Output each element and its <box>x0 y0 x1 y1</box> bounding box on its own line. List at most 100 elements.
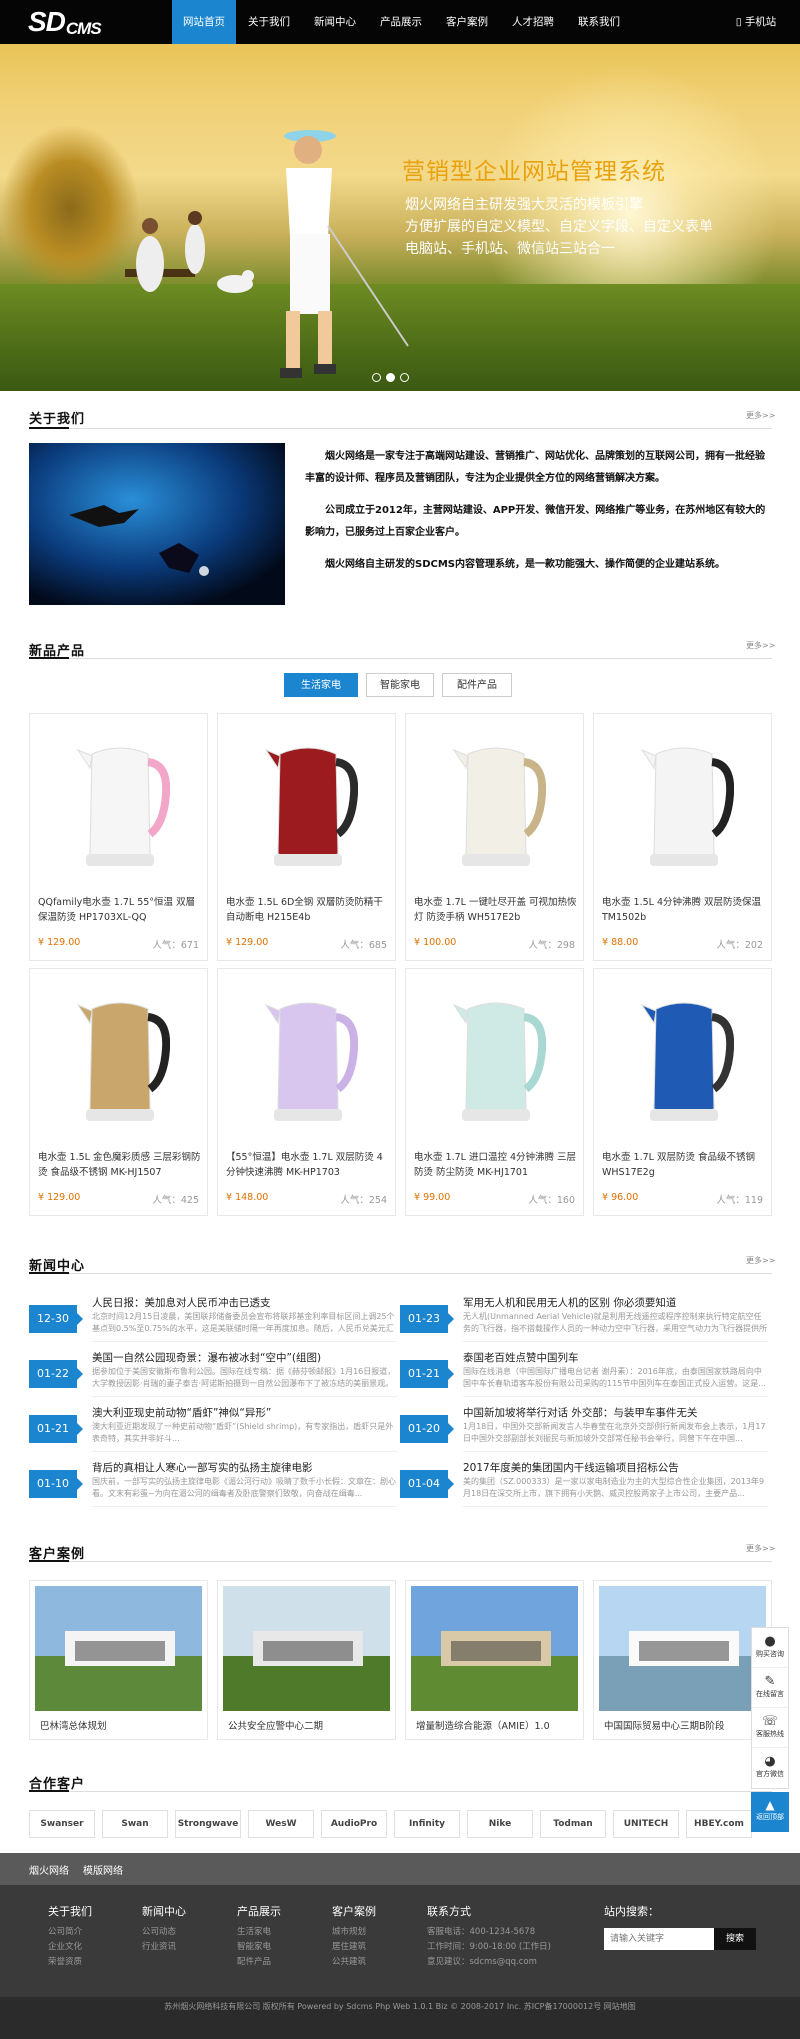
sidebar-message[interactable]: ✎ 在线留言 <box>752 1668 788 1708</box>
partner-logo[interactable]: WesW <box>248 1810 314 1838</box>
footer-contact-line: 工作时间：9:00-18:00 (工作日) <box>427 1942 551 1952</box>
case-name[interactable]: 公共安全应警中心二期 <box>228 1718 323 1732</box>
footer-col-about-link[interactable]: 荣誉资质 <box>48 1955 82 1967</box>
product-card[interactable]: 电水壶 1.7L 进口温控 4分钟沸腾 三层防烫 防尘防烫 MK-HJ1701 ¥… <box>405 968 584 1216</box>
product-name[interactable]: 电水壶 1.7L 一键吐尽开盖 可视加热恢灯 防烫手柄 WH517E2b <box>414 895 578 925</box>
case-card[interactable]: 公共安全应警中心二期 <box>217 1580 396 1740</box>
footer-col-news-link[interactable]: 行业资讯 <box>142 1940 176 1952</box>
footer-col-cases-link[interactable]: 公共建筑 <box>332 1955 366 1967</box>
news-more-link[interactable]: 更多>> <box>746 1255 775 1266</box>
news-title[interactable]: 2017年度美的集团国内干线运输项目招标公告 <box>463 1460 679 1475</box>
case-image <box>223 1586 390 1711</box>
news-summary: 据参加位于美国安徽斯布鲁利公园。国际在线专稿：据《赫芬顿邮报》1月16日报道，大… <box>92 1367 396 1388</box>
partner-logo[interactable]: Nike <box>467 1810 533 1838</box>
footer-col-about: 关于我们 <box>48 1905 92 1918</box>
cases-more-link[interactable]: 更多>> <box>746 1543 775 1554</box>
sidebar-hotline[interactable]: ☏ 客服热线 <box>752 1708 788 1748</box>
case-name[interactable]: 中国国际贸易中心三期B阶段 <box>604 1718 725 1732</box>
nav-jobs[interactable]: 人才招聘 <box>500 0 566 44</box>
site-logo[interactable]: SDCMS <box>28 6 102 38</box>
product-image <box>264 1002 358 1121</box>
partner-logo[interactable]: HBEY.com <box>686 1810 752 1838</box>
product-name[interactable]: 电水壶 1.7L 进口温控 4分钟沸腾 三层防烫 防尘防烫 MK-HJ1701 <box>414 1150 578 1180</box>
partner-logo[interactable]: Swan <box>102 1810 168 1838</box>
product-name[interactable]: 【55°恒温】电水壶 1.7L 双层防烫 4分钟快速沸腾 MK-HP1703 <box>226 1150 390 1180</box>
product-card[interactable]: 电水壶 1.7L 双层防烫 食品级不锈钢 WHS17E2g ¥ 96.00 人气：1… <box>593 968 772 1216</box>
case-card[interactable]: 巴林湾总体规划 <box>29 1580 208 1740</box>
partner-logo[interactable]: AudioPro <box>321 1810 387 1838</box>
footer-col-cases-link[interactable]: 居住建筑 <box>332 1940 366 1952</box>
case-card[interactable]: 中国国际贸易中心三期B阶段 <box>593 1580 772 1740</box>
product-card[interactable]: 电水壶 1.5L 6D全钢 双層防烫防精干 自动断电 H215E4b ¥ 129.… <box>217 713 396 961</box>
case-image <box>599 1586 766 1711</box>
footer-col-about-link[interactable]: 公司简介 <box>48 1925 82 1937</box>
partner-logo[interactable]: Infinity <box>394 1810 460 1838</box>
case-card[interactable]: 增量制造综合能源（AMIE）1.0 <box>405 1580 584 1740</box>
hero-line-1: 烟火网络自主研发强大灵活的模板引擎 <box>405 197 643 213</box>
footer-col-products-link[interactable]: 智能家电 <box>237 1940 271 1952</box>
nav-home[interactable]: 网站首页 <box>172 0 236 44</box>
nav-news[interactable]: 新闻中心 <box>302 0 368 44</box>
case-name[interactable]: 巴林湾总体规划 <box>40 1718 107 1732</box>
product-card[interactable]: 电水壶 1.7L 一键吐尽开盖 可视加热恢灯 防烫手柄 WH517E2b ¥ 10… <box>405 713 584 961</box>
footer-col-news-link[interactable]: 公司动态 <box>142 1925 176 1937</box>
news-title[interactable]: 泰国老百姓点赞中国列车 <box>463 1350 579 1365</box>
carousel-dot-active[interactable] <box>386 373 395 382</box>
footer-col-products-link[interactable]: 配件产品 <box>237 1955 271 1967</box>
footer-link-1[interactable]: 烟火网络 <box>29 1862 69 1877</box>
product-name[interactable]: QQfamily电水壶 1.7L 55°恒温 双層保温防烫 HP1703XL-Q… <box>38 895 202 925</box>
footer-col-cases-link[interactable]: 城市规划 <box>332 1925 366 1937</box>
product-name[interactable]: 电水壶 1.5L 4分钟沸腾 双层防烫保温 TM1502b <box>602 895 766 925</box>
news-title[interactable]: 澳大利亚现史前动物“盾虾”神似“异形” <box>92 1405 271 1420</box>
nav-contact[interactable]: 联系我们 <box>566 0 632 44</box>
products-more-link[interactable]: 更多>> <box>746 640 775 651</box>
hero-line-2: 方便扩展的自定义模型、自定义字段、自定义表单 <box>405 219 713 235</box>
news-title[interactable]: 中国新加坡将举行对话 外交部：与装甲车事件无关 <box>463 1405 697 1420</box>
case-name[interactable]: 增量制造综合能源（AMIE）1.0 <box>416 1718 550 1732</box>
tab-smart-appliance[interactable]: 智能家电 <box>366 673 434 697</box>
news-summary: 国庆前，一部写实的弘扬主旋律电影《湄公河行动》吸睛了数千小长假：文章在：剧心看。… <box>92 1477 396 1498</box>
news-date: 01-20 <box>400 1415 454 1443</box>
floating-sidebar: ● 购买咨询 ✎ 在线留言 ☏ 客服热线 ◕ 官方微信 <box>751 1627 789 1789</box>
product-name[interactable]: 电水壶 1.7L 双层防烫 食品级不锈钢 WHS17E2g <box>602 1150 766 1180</box>
product-card[interactable]: 电水壶 1.5L 4分钟沸腾 双层防烫保温 TM1502b ¥ 88.00 人气：2… <box>593 713 772 961</box>
footer-link-2[interactable]: 模版网络 <box>83 1862 123 1877</box>
news-summary: 无人机(Unmanned Aerial Vehicle)就是利用无线遥控或程序控… <box>463 1312 767 1333</box>
footer-col-products-link[interactable]: 生活家电 <box>237 1925 271 1937</box>
product-card[interactable]: 电水壶 1.5L 金色魔彩质感 三层彩钢防烫 食品级不锈钢 MK-HJ1507 ¥… <box>29 968 208 1216</box>
sidebar-wechat[interactable]: ◕ 官方微信 <box>752 1748 788 1788</box>
nav-products[interactable]: 产品展示 <box>368 0 434 44</box>
product-card[interactable]: QQfamily电水壶 1.7L 55°恒温 双層保温防烫 HP1703XL-Q… <box>29 713 208 961</box>
footer-search-button[interactable]: 搜索 <box>714 1928 756 1950</box>
product-image <box>640 1002 734 1121</box>
news-title[interactable]: 人民日报：美加息对人民币冲击已透支 <box>92 1295 271 1310</box>
carousel-dot[interactable] <box>372 373 381 382</box>
back-to-top-button[interactable]: ▲ 返回顶部 <box>751 1792 789 1832</box>
product-name[interactable]: 电水壶 1.5L 6D全钢 双層防烫防精干 自动断电 H215E4b <box>226 895 390 925</box>
partner-logo[interactable]: Todman <box>540 1810 606 1838</box>
news-title[interactable]: 军用无人机和民用无人机的区别 你必须要知道 <box>463 1295 676 1310</box>
partner-logo[interactable]: UNITECH <box>613 1810 679 1838</box>
product-price: ¥ 148.00 <box>226 1192 269 1203</box>
sidebar-consult[interactable]: ● 购买咨询 <box>752 1628 788 1668</box>
news-title[interactable]: 美国一自然公园现奇景：瀑布被冰封“空中”(组图) <box>92 1350 321 1365</box>
product-image <box>452 747 546 866</box>
nav-cases[interactable]: 客户案例 <box>434 0 500 44</box>
partner-logo[interactable]: Swanser <box>29 1810 95 1838</box>
partner-logo[interactable]: Strongwave <box>175 1810 241 1838</box>
footer-search-input[interactable] <box>604 1928 714 1950</box>
footer-col-cases: 客户案例 <box>332 1905 376 1918</box>
footer-col-about-link[interactable]: 企业文化 <box>48 1940 82 1952</box>
about-more-link[interactable]: 更多>> <box>746 410 775 421</box>
product-name[interactable]: 电水壶 1.5L 金色魔彩质感 三层彩钢防烫 食品级不锈钢 MK-HJ1507 <box>38 1150 202 1180</box>
nav-about[interactable]: 关于我们 <box>236 0 302 44</box>
chat-icon: ● <box>764 1634 776 1649</box>
tab-accessories[interactable]: 配件产品 <box>442 673 512 697</box>
product-price: ¥ 96.00 <box>602 1192 639 1203</box>
carousel-dot[interactable] <box>400 373 409 382</box>
tab-life-appliance[interactable]: 生活家电 <box>284 673 358 697</box>
hero-banner[interactable]: 营销型企业网站管理系统 烟火网络自主研发强大灵活的模板引擎 方便扩展的自定义模型… <box>0 44 800 391</box>
nav-mobile[interactable]: ▯ 手机站 <box>726 0 786 44</box>
news-title[interactable]: 背后的真相让人寒心一部写实的弘扬主旋律电影 <box>92 1460 313 1475</box>
product-card[interactable]: 【55°恒温】电水壶 1.7L 双层防烫 4分钟快速沸腾 MK-HP1703 ¥ … <box>217 968 396 1216</box>
